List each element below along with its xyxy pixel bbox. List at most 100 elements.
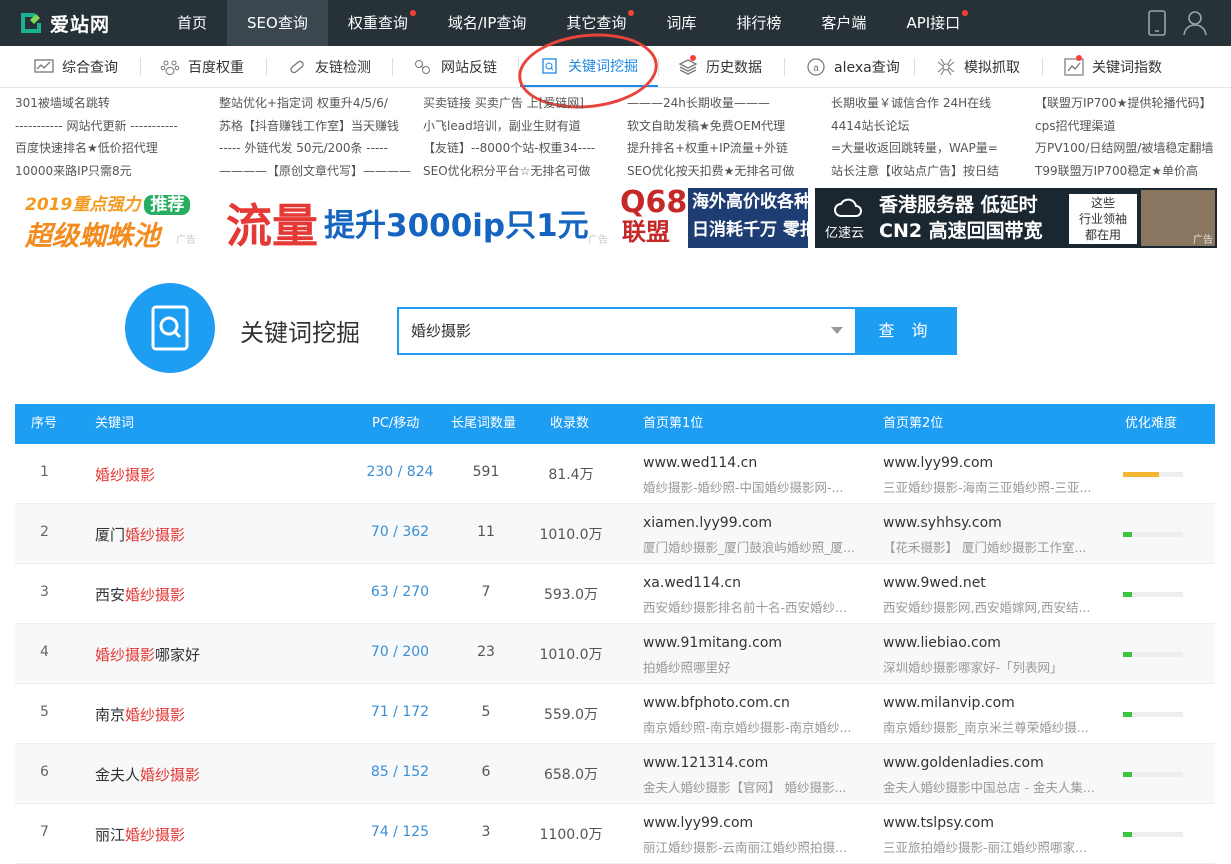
nav-item[interactable]: 权重查询 bbox=[328, 0, 428, 46]
ad-text-link[interactable]: T99联盟万IP700稳定★单价高 bbox=[1035, 160, 1220, 183]
keyword-link[interactable]: 丽江婚纱摄影 bbox=[95, 824, 185, 845]
ad-text-link[interactable]: 百度快速排名★低价招代理 bbox=[15, 137, 215, 160]
keyword-link[interactable]: 厦门婚纱摄影 bbox=[95, 524, 185, 545]
second-rank-domain[interactable]: www.lyy99.com bbox=[883, 455, 993, 471]
second-rank-domain[interactable]: www.liebiao.com bbox=[883, 635, 1001, 651]
nav-item[interactable]: 词库 bbox=[646, 0, 716, 46]
ad-text-column: 【联盟万IP700★提供轮播代码】 cps招代理渠道 万PV100/日结网盟/被墙稳… bbox=[1035, 92, 1220, 182]
ad-text-link[interactable]: ———24h长期收量——— bbox=[627, 92, 827, 115]
second-rank-domain[interactable]: www.goldenladies.com bbox=[883, 755, 1044, 771]
subnav-item-label: 关键词挖掘 bbox=[568, 58, 638, 75]
nav-item[interactable]: SEO查询 bbox=[227, 0, 328, 46]
keyword-link[interactable]: 婚纱摄影哪家好 bbox=[95, 644, 200, 665]
banner-traffic[interactable]: 流量 提升3000ip只1元 广告 bbox=[222, 188, 612, 248]
search-button[interactable]: 查 询 bbox=[855, 307, 957, 355]
logo-icon bbox=[21, 13, 41, 33]
second-rank-title: 三亚婚纱摄影-海南三亚婚纱照-三亚... bbox=[883, 480, 1092, 495]
keyword-link[interactable]: 金夫人婚纱摄影 bbox=[95, 764, 200, 785]
keyword-link[interactable]: 婚纱摄影 bbox=[95, 464, 155, 485]
ad-text-link[interactable]: cps招代理渠道 bbox=[1035, 115, 1220, 138]
second-rank-domain[interactable]: www.milanvip.com bbox=[883, 695, 1015, 711]
ad-text-link[interactable]: 买卖链接 买卖广告 上[爱链网] bbox=[423, 92, 623, 115]
subnav-item[interactable]: 网站反链 bbox=[413, 46, 497, 87]
second-rank-domain[interactable]: www.tslpsy.com bbox=[883, 815, 994, 831]
nav-item-label: 排行榜 bbox=[736, 14, 782, 32]
ad-text-link[interactable]: 站长注意【收站点广告】按日结 bbox=[831, 160, 1031, 183]
site-logo[interactable]: 爱站网 bbox=[18, 8, 110, 38]
banner-yisuyun[interactable]: 亿速云 香港服务器 低延时 CN2 高速回国带宽 这些 行业领袖 都在用 广告 bbox=[815, 188, 1217, 248]
subnav-item[interactable]: 友链检测 bbox=[287, 46, 371, 87]
ad-text-link[interactable]: 【友链】--8000个站-权重34---- bbox=[423, 137, 623, 160]
pc-mobile-index[interactable]: 74 / 125 bbox=[365, 824, 435, 840]
keyword-link[interactable]: 西安婚纱摄影 bbox=[95, 584, 185, 605]
banner-text: 联盟 bbox=[622, 218, 670, 246]
longtail-count: 11 bbox=[477, 524, 495, 540]
nav-item[interactable]: 其它查询 bbox=[546, 0, 646, 46]
first-rank-domain[interactable]: xiamen.lyy99.com bbox=[643, 515, 772, 531]
ad-tag: 广告 bbox=[588, 235, 608, 246]
subnav-item[interactable]: 历史数据 bbox=[678, 46, 762, 87]
nav-item[interactable]: 域名/IP查询 bbox=[428, 0, 547, 46]
col-header-longtail[interactable]: 长尾词数量 bbox=[451, 404, 516, 444]
pc-mobile-index[interactable]: 230 / 824 bbox=[365, 464, 435, 480]
subnav-item[interactable]: a alexa查询 bbox=[806, 46, 900, 87]
second-rank-domain[interactable]: www.syhhsy.com bbox=[883, 515, 1002, 531]
keyword-prefix: 西安 bbox=[95, 586, 126, 604]
col-header-pc-mobile[interactable]: PC/移动 bbox=[372, 404, 419, 444]
first-rank-domain[interactable]: xa.wed114.cn bbox=[643, 575, 741, 591]
ad-text-link[interactable]: 软文自助发稿★免费OEM代理 bbox=[627, 115, 827, 138]
ad-text-link[interactable]: 提升排名+权重+IP流量+外链 bbox=[627, 137, 827, 160]
pc-mobile-index[interactable]: 85 / 152 bbox=[365, 764, 435, 780]
ad-text-link[interactable]: =大量收返回跳转量，WAP量= bbox=[831, 137, 1031, 160]
trend-icon bbox=[1064, 54, 1084, 76]
ad-text-link[interactable]: 【联盟万IP700★提供轮播代码】 bbox=[1035, 92, 1220, 115]
banner-text: 都在用 bbox=[1084, 228, 1121, 242]
dropdown-arrow-icon[interactable] bbox=[831, 327, 843, 334]
banner-q68[interactable]: Q68 联盟 海外高价收各种量 日消耗千万 零扣量 bbox=[618, 188, 808, 248]
keyword-search-input[interactable]: 婚纱摄影 bbox=[397, 307, 857, 355]
ad-text-link[interactable]: 10000来路IP只需8元 bbox=[15, 160, 215, 183]
first-rank-domain[interactable]: www.wed114.cn bbox=[643, 455, 757, 471]
nav-item[interactable]: 首页 bbox=[157, 0, 227, 46]
ad-text-link[interactable]: 整站优化+指定词 权重升4/5/6/ bbox=[219, 92, 419, 115]
nav-item[interactable]: 客户端 bbox=[801, 0, 886, 46]
divider bbox=[140, 58, 141, 76]
first-rank-domain[interactable]: www.bfphoto.com.cn bbox=[643, 695, 790, 711]
ad-text-link[interactable]: 长期收量￥诚信合作 24H在线 bbox=[831, 92, 1031, 115]
ad-text-link[interactable]: ----------- 网站代更新 ----------- bbox=[15, 115, 215, 138]
subnav-item[interactable]: 关键词挖掘 bbox=[520, 46, 658, 87]
second-rank-domain[interactable]: www.9wed.net bbox=[883, 575, 986, 591]
ad-text-link[interactable]: 苏格【抖音赚钱工作室】当天赚钱 bbox=[219, 115, 419, 138]
pc-mobile-index[interactable]: 70 / 362 bbox=[365, 524, 435, 540]
nav-item[interactable]: API接口 bbox=[886, 0, 980, 46]
longtail-count: 591 bbox=[472, 464, 500, 480]
first-rank-domain[interactable]: www.lyy99.com bbox=[643, 815, 753, 831]
pc-mobile-index[interactable]: 63 / 270 bbox=[365, 584, 435, 600]
ad-text-link[interactable]: 万PV100/日结网盟/被墙稳定翻墙 bbox=[1035, 137, 1220, 160]
ad-text-link[interactable]: 4414站长论坛 bbox=[831, 115, 1031, 138]
first-rank-domain[interactable]: www.91mitang.com bbox=[643, 635, 782, 651]
ad-text-link[interactable]: SEO优化积分平台☆无排名可做 bbox=[423, 160, 623, 183]
difficulty-bar bbox=[1123, 472, 1183, 477]
subnav-item[interactable]: 模拟抓取 bbox=[936, 46, 1020, 87]
col-header-no: 序号 bbox=[31, 416, 58, 431]
ad-text-link[interactable]: ----- 外链代发 50元/200条 ----- bbox=[219, 137, 419, 160]
subnav-item[interactable]: 关键词指数 bbox=[1064, 46, 1162, 87]
pc-mobile-index[interactable]: 71 / 172 bbox=[365, 704, 435, 720]
subnav-item[interactable]: 综合查询 bbox=[34, 46, 118, 87]
ad-text-link[interactable]: SEO优化按天扣费★无排名可做 bbox=[627, 160, 827, 183]
pc-mobile-index[interactable]: 70 / 200 bbox=[365, 644, 435, 660]
keyword-link[interactable]: 南京婚纱摄影 bbox=[95, 704, 185, 725]
banner-spider-pool[interactable]: 2019重点强力 推荐 超级蜘蛛池 广告 bbox=[15, 188, 200, 248]
ad-text-link[interactable]: 301被墙域名跳转 bbox=[15, 92, 215, 115]
nav-item[interactable]: 排行榜 bbox=[716, 0, 801, 46]
ad-text-link[interactable]: ————【原创文章代写】———— bbox=[219, 160, 419, 183]
user-icon[interactable] bbox=[1183, 10, 1207, 36]
first-rank-domain[interactable]: www.121314.com bbox=[643, 755, 768, 771]
banner-text: 亿速云 bbox=[825, 226, 865, 241]
difficulty-bar bbox=[1123, 592, 1183, 597]
mobile-icon[interactable] bbox=[1146, 10, 1168, 36]
col-header-index[interactable]: 收录数 bbox=[550, 404, 589, 444]
ad-text-link[interactable]: 小飞lead培训，副业生财有道 bbox=[423, 115, 623, 138]
subnav-item[interactable]: 百度权重 bbox=[160, 46, 244, 87]
